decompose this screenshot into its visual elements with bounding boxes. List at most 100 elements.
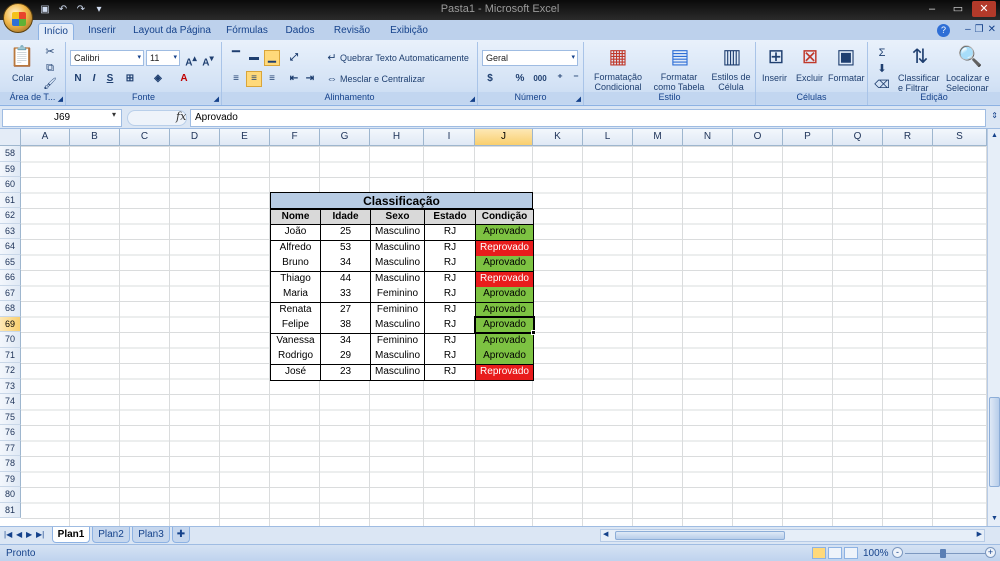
tab-formulas[interactable]: Fórmulas: [222, 23, 272, 40]
table-cell[interactable]: RJ: [424, 240, 476, 257]
find-select-line1[interactable]: Localizar e: [946, 73, 990, 83]
column-header-q[interactable]: Q: [833, 129, 883, 146]
status-badge[interactable]: Reprovado: [475, 240, 534, 257]
zoom-in-button[interactable]: +: [985, 547, 996, 558]
column-header-k[interactable]: K: [533, 129, 583, 146]
table-cell[interactable]: Vanessa: [270, 333, 321, 350]
status-badge[interactable]: Reprovado: [475, 364, 534, 381]
row-header-64[interactable]: 64: [0, 239, 21, 255]
table-cell[interactable]: RJ: [424, 225, 476, 241]
paste-icon[interactable]: 📋: [8, 44, 36, 70]
status-badge[interactable]: Aprovado: [475, 287, 534, 303]
table-cell[interactable]: 29: [320, 349, 371, 365]
format-as-table-line1[interactable]: Formatar: [650, 72, 708, 82]
sheet-tab-plan2[interactable]: Plan2: [92, 527, 130, 543]
zoom-slider-knob[interactable]: [940, 549, 946, 558]
fill-color-icon[interactable]: ◈: [150, 71, 166, 87]
row-header-66[interactable]: 66: [0, 270, 21, 286]
status-badge[interactable]: Aprovado: [475, 333, 534, 350]
worksheet-grid[interactable]: ABCDEFGHIJKLMNOPQRS 58 59 60 61 62 63 64 65 66 67…: [0, 129, 987, 526]
row-header-81[interactable]: 81: [0, 502, 21, 518]
first-sheet-icon[interactable]: |◀: [4, 530, 12, 539]
table-cell[interactable]: Renata: [270, 302, 321, 319]
table-cell[interactable]: Maria: [270, 287, 321, 303]
table-cell[interactable]: Rodrigo: [270, 349, 321, 365]
zoom-level[interactable]: 100%: [863, 548, 889, 559]
insert-sheet-icon[interactable]: ✚: [172, 527, 190, 543]
orientation-icon[interactable]: ⤢: [286, 50, 302, 66]
row-header-77[interactable]: 77: [0, 440, 21, 456]
column-header-d[interactable]: D: [170, 129, 220, 146]
table-cell[interactable]: RJ: [424, 271, 476, 288]
tab-inicio[interactable]: Início: [38, 23, 74, 40]
page-layout-view-icon[interactable]: [828, 547, 842, 559]
format-as-table-line2[interactable]: como Tabela: [650, 82, 708, 92]
column-header-i[interactable]: I: [424, 129, 475, 146]
increase-decimal-icon[interactable]: ⁺: [552, 71, 568, 87]
delete-cells-button[interactable]: Excluir: [796, 73, 823, 83]
thousands-button[interactable]: 000: [530, 71, 550, 87]
table-cell[interactable]: 44: [320, 271, 371, 288]
table-cell[interactable]: RJ: [424, 333, 476, 350]
vertical-scroll-thumb[interactable]: [989, 397, 1000, 487]
table-cell[interactable]: RJ: [424, 318, 476, 334]
status-badge[interactable]: Reprovado: [475, 271, 534, 288]
table-cell[interactable]: Masculino: [370, 240, 425, 257]
delete-cells-icon[interactable]: ⊠: [796, 44, 824, 70]
table-cell[interactable]: Bruno: [270, 256, 321, 272]
merge-center-icon[interactable]: ⇔: [324, 71, 340, 87]
fill-icon[interactable]: ⬇: [874, 61, 890, 77]
cut-icon[interactable]: ✂: [42, 44, 58, 60]
last-sheet-icon[interactable]: ▶|: [36, 530, 44, 539]
font-launcher-icon[interactable]: ◢: [214, 95, 219, 103]
scroll-right-icon[interactable]: ▶: [977, 530, 982, 538]
column-header-m[interactable]: M: [633, 129, 683, 146]
find-select-icon[interactable]: 🔍: [956, 44, 984, 70]
insert-function-icon[interactable]: fx: [176, 110, 186, 123]
zoom-out-button[interactable]: -: [892, 547, 903, 558]
align-bottom-icon[interactable]: ▁: [264, 50, 280, 66]
table-header-sexo[interactable]: Sexo: [370, 209, 425, 225]
font-color-icon[interactable]: A: [176, 71, 192, 87]
prev-sheet-icon[interactable]: ◀: [16, 530, 22, 539]
sheet-tab-plan3[interactable]: Plan3: [132, 527, 170, 543]
column-header-n[interactable]: N: [683, 129, 733, 146]
table-cell[interactable]: RJ: [424, 302, 476, 319]
cell-styles-icon[interactable]: ▥: [718, 44, 746, 70]
doc-close-icon[interactable]: ✕: [988, 24, 996, 35]
column-header-b[interactable]: B: [70, 129, 120, 146]
row-header-80[interactable]: 80: [0, 487, 21, 503]
table-cell[interactable]: Feminino: [370, 287, 425, 303]
table-cell[interactable]: RJ: [424, 287, 476, 303]
table-cell[interactable]: Masculino: [370, 225, 425, 241]
formula-input[interactable]: Aprovado: [190, 109, 986, 127]
sheet-tab-plan1[interactable]: Plan1: [52, 527, 90, 543]
table-header-estado[interactable]: Estado: [424, 209, 476, 225]
expand-formula-bar-icon[interactable]: ⇕: [991, 111, 998, 120]
maximize-icon[interactable]: ▭: [946, 1, 970, 17]
tab-revisao[interactable]: Revisão: [330, 23, 374, 40]
table-cell[interactable]: Masculino: [370, 364, 425, 381]
font-size-select[interactable]: 11 ▾: [146, 50, 180, 66]
grow-font-icon[interactable]: A▴: [183, 50, 199, 68]
clipboard-launcher-icon[interactable]: ◢: [58, 95, 63, 103]
scroll-left-icon[interactable]: ◀: [603, 530, 608, 538]
row-header-68[interactable]: 68: [0, 301, 21, 317]
normal-view-icon[interactable]: [812, 547, 826, 559]
table-cell[interactable]: 34: [320, 333, 371, 350]
table-header-condicao[interactable]: Condição: [475, 209, 534, 225]
percent-button[interactable]: %: [512, 71, 528, 87]
horizontal-scrollbar[interactable]: ◀ ▶: [600, 529, 985, 542]
sort-filter-line1[interactable]: Classificar: [898, 73, 940, 83]
align-middle-icon[interactable]: ▬: [246, 50, 262, 66]
borders-icon[interactable]: ⊞: [122, 71, 138, 87]
row-header-75[interactable]: 75: [0, 409, 21, 425]
scroll-down-icon[interactable]: ▼: [989, 513, 1000, 525]
column-header-s[interactable]: S: [933, 129, 987, 146]
autosum-icon[interactable]: Σ: [874, 45, 890, 61]
clear-icon[interactable]: ⌫: [874, 77, 890, 93]
tab-exibicao[interactable]: Exibição: [384, 23, 434, 40]
column-header-h[interactable]: H: [370, 129, 424, 146]
help-icon[interactable]: ?: [937, 24, 950, 37]
row-header-70[interactable]: 70: [0, 332, 21, 348]
